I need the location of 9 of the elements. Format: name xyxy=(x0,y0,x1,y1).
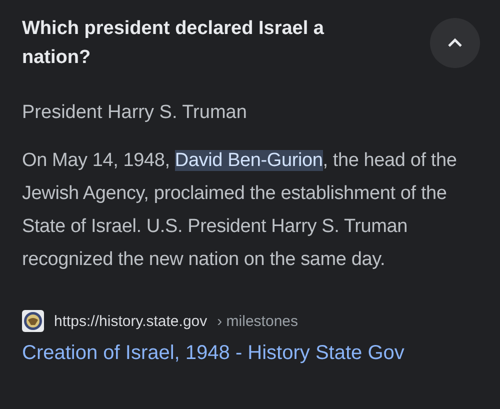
breadcrumb: › milestones xyxy=(217,312,298,330)
answer-text: President Harry S. Truman xyxy=(22,101,248,125)
collapse-button[interactable] xyxy=(430,18,480,68)
result-link[interactable]: Creation of Israel, 1948 - History State Gov xyxy=(22,342,404,365)
source-url[interactable]: https://history.state.gov xyxy=(54,312,208,330)
chevron-icon xyxy=(447,38,463,48)
answer-paragraph: On May 14, 1948, David Ben-Gurion, the head of the Jewish Agency, proclaimed the establishment of the State of Israel. U.S. President Harry S. Truman recognized the new nation on the same day. xyxy=(22,149,458,272)
question-heading: Which president declared Israel a nation? xyxy=(22,17,325,70)
seal-icon xyxy=(22,310,44,332)
